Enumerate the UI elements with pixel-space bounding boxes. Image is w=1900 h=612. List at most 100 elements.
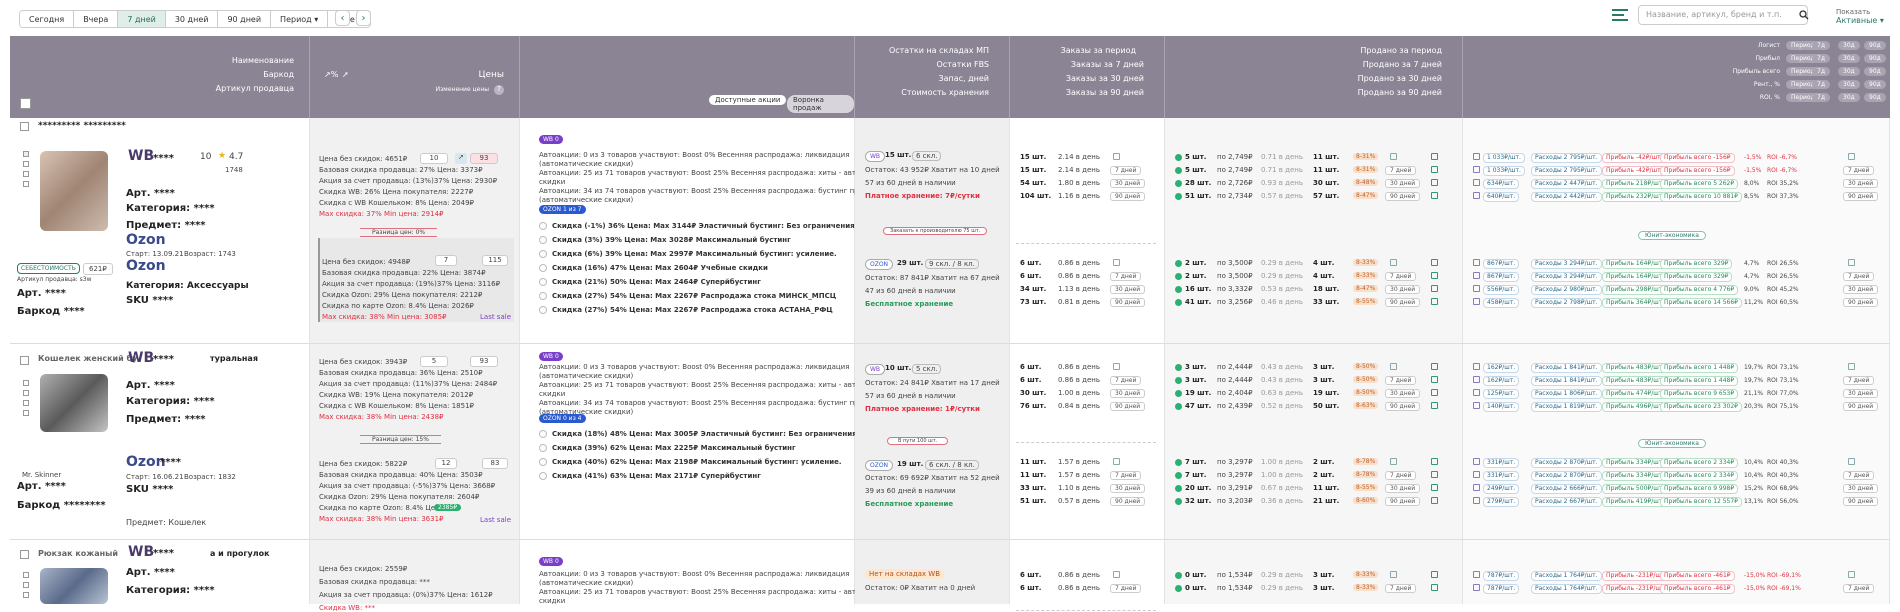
export-icon[interactable] — [1431, 166, 1438, 173]
expenses-chip[interactable]: Расходы 1 841₽/шт. — [1531, 363, 1602, 373]
orders-period-label[interactable]: 7 дней — [1110, 471, 1142, 480]
expenses-chip[interactable]: Расходы 1 841₽/шт. — [1531, 376, 1602, 386]
logistics-chip[interactable]: 1 033₽/шт. — [1483, 166, 1525, 176]
calendar-icon[interactable] — [1113, 571, 1120, 578]
profit-chip[interactable]: Прибыль -42₽/шт. — [1602, 166, 1667, 176]
rocket-toggle-icon[interactable]: ➚ — [455, 153, 467, 164]
logistics-chip[interactable]: 279₽/шт. — [1483, 497, 1520, 507]
profit-chip[interactable]: Прибыль 298₽/шт. — [1602, 285, 1669, 295]
export-icon[interactable] — [1431, 402, 1438, 409]
header-orders-90[interactable]: Заказы за 90 дней — [1066, 88, 1144, 97]
period-toggle[interactable]: 7д — [1812, 80, 1830, 89]
wb-stock-input[interactable]: 93 — [470, 356, 498, 367]
logistics-chip[interactable]: 162₽/шт. — [1483, 376, 1520, 386]
profit-chip[interactable]: Прибыль 364₽/шт. — [1602, 298, 1669, 308]
expenses-chip[interactable]: Расходы 1 806₽/шт. — [1531, 389, 1602, 399]
calendar-icon[interactable] — [1848, 571, 1855, 578]
header-orders-period[interactable]: Заказы за период — [1061, 46, 1136, 55]
header-profit[interactable]: Прибыл — [1756, 55, 1781, 62]
promo-radio[interactable] — [539, 264, 547, 272]
expenses-chip[interactable]: Расходы 1 764₽/шт. — [1531, 584, 1602, 594]
logistics-chip[interactable]: 125₽/шт. — [1483, 389, 1520, 399]
period-toggle[interactable]: 90д — [1864, 93, 1886, 102]
logistics-chip[interactable]: 867₽/шт. — [1483, 272, 1520, 282]
period-toggle[interactable]: 30д — [1838, 41, 1860, 50]
promo-radio[interactable] — [539, 222, 547, 230]
calendar-icon[interactable] — [1390, 363, 1397, 370]
orders-period-label[interactable]: 7 дней — [1110, 376, 1142, 385]
mark-checkbox-4[interactable] — [23, 181, 29, 187]
export-icon[interactable] — [1431, 389, 1438, 396]
period-90days-button[interactable]: 90 дней — [218, 11, 272, 27]
profit-all-chip[interactable]: Прибыль всего 5 262₽ — [1660, 179, 1739, 189]
select-all-checkbox[interactable] — [20, 98, 31, 109]
profit-chip[interactable]: Прибыль 419₽/шт. — [1602, 497, 1669, 507]
sold-period-label[interactable]: 7 дней — [1385, 471, 1417, 480]
profit-chip[interactable]: Прибыль 164₽/шт. — [1602, 259, 1669, 269]
orders-period-label[interactable]: 90 дней — [1110, 298, 1146, 307]
prev-period-button[interactable]: ‹ — [335, 10, 350, 26]
mark-checkbox-1[interactable] — [23, 380, 29, 386]
promo-radio[interactable] — [539, 250, 547, 258]
ozon-warehouses[interactable]: 9 скл. / 8 кл. — [925, 259, 979, 269]
logistics-chip[interactable]: 162₽/шт. — [1483, 363, 1520, 373]
expenses-chip[interactable]: Расходы 1 764₽/шт. — [1531, 571, 1602, 581]
calendar-icon[interactable] — [1113, 153, 1120, 160]
export-icon[interactable] — [1431, 298, 1438, 305]
ozon-promos-badge[interactable]: OZON 0 из 4 — [539, 414, 586, 423]
header-name[interactable]: Наименование — [232, 56, 294, 65]
profit-all-chip[interactable]: Прибыль всего 329₽ — [1660, 259, 1733, 269]
profit-chip[interactable]: Прибыль 164₽/шт. — [1602, 272, 1669, 282]
wb-article[interactable]: Арт. **** — [126, 567, 175, 578]
calendar-icon[interactable] — [1390, 458, 1397, 465]
calendar-icon[interactable] — [1390, 153, 1397, 160]
promo-radio[interactable] — [539, 430, 547, 438]
period-toggle[interactable]: 90д — [1864, 67, 1886, 76]
orders-period-label[interactable]: 7 дней — [1110, 584, 1142, 593]
profit-all-chip[interactable]: Прибыль всего 9 998₽ — [1660, 484, 1739, 494]
calendar-icon[interactable] — [1390, 259, 1397, 266]
promo-radio[interactable] — [539, 306, 547, 314]
period-yesterday-button[interactable]: Вчера — [74, 11, 119, 27]
export-icon[interactable] — [1431, 497, 1438, 504]
sold-period-label[interactable]: 7 дней — [1385, 376, 1417, 385]
export-icon[interactable] — [1431, 363, 1438, 370]
wb-warehouses[interactable]: 5 скл. — [912, 364, 942, 374]
header-sold-30[interactable]: Продано за 30 дней — [1358, 74, 1442, 83]
profit-chip[interactable]: Прибыль 334₽/шт. — [1602, 471, 1669, 481]
orders-period-label[interactable]: 30 дней — [1110, 285, 1146, 294]
mark-checkbox-2[interactable] — [23, 161, 29, 167]
expenses-chip[interactable]: Расходы 2 980₽/шт. — [1531, 285, 1602, 295]
profit-chip[interactable]: Прибыль 232₽/шт. — [1602, 192, 1669, 202]
export-icon[interactable] — [1431, 259, 1438, 266]
econ-period-label[interactable]: 7 дней — [1843, 584, 1875, 593]
expenses-chip[interactable]: Расходы 2 795₽/шт. — [1531, 153, 1602, 163]
period-30days-button[interactable]: 30 дней — [165, 11, 219, 27]
calendar-icon[interactable] — [1848, 363, 1855, 370]
profit-all-chip[interactable]: Прибыль всего 329₽ — [1660, 272, 1733, 282]
expenses-chip[interactable]: Расходы 2 666₽/шт. — [1531, 484, 1602, 494]
calendar-icon[interactable] — [1848, 458, 1855, 465]
mark-checkbox-2[interactable] — [23, 390, 29, 396]
econ-period-label[interactable]: 90 дней — [1843, 402, 1879, 411]
expenses-chip[interactable]: Расходы 2 870₽/шт. — [1531, 471, 1602, 481]
wb-promos-badge[interactable]: WB 0 — [539, 135, 563, 144]
header-logistics[interactable]: Логист — [1758, 42, 1780, 49]
export-icon[interactable] — [1431, 192, 1438, 199]
ozon-promos-badge[interactable]: OZON 1 из 7 — [539, 205, 586, 214]
header-sold-90[interactable]: Продано за 90 дней — [1358, 88, 1442, 97]
wb-promos-badge[interactable]: WB 0 — [539, 557, 563, 566]
export-icon[interactable] — [1431, 571, 1438, 578]
calendar-icon[interactable] — [1113, 259, 1120, 266]
expenses-chip[interactable]: Расходы 2 667₽/шт. — [1531, 497, 1602, 507]
header-orders-30[interactable]: Заказы за 30 дней — [1066, 74, 1144, 83]
profit-all-chip[interactable]: Прибыль всего 9 653₽ — [1660, 389, 1739, 399]
period-toggle[interactable]: 90д — [1864, 41, 1886, 50]
row-checkbox[interactable] — [20, 356, 29, 365]
econ-period-label[interactable]: 7 дней — [1843, 272, 1875, 281]
mark-checkbox-1[interactable] — [23, 572, 29, 578]
mark-checkbox-3[interactable] — [23, 592, 29, 598]
orders-period-label[interactable]: 30 дней — [1110, 179, 1146, 188]
orders-period-label[interactable]: 90 дней — [1110, 497, 1146, 506]
wb-warehouses[interactable]: 6 скл. — [912, 151, 942, 161]
